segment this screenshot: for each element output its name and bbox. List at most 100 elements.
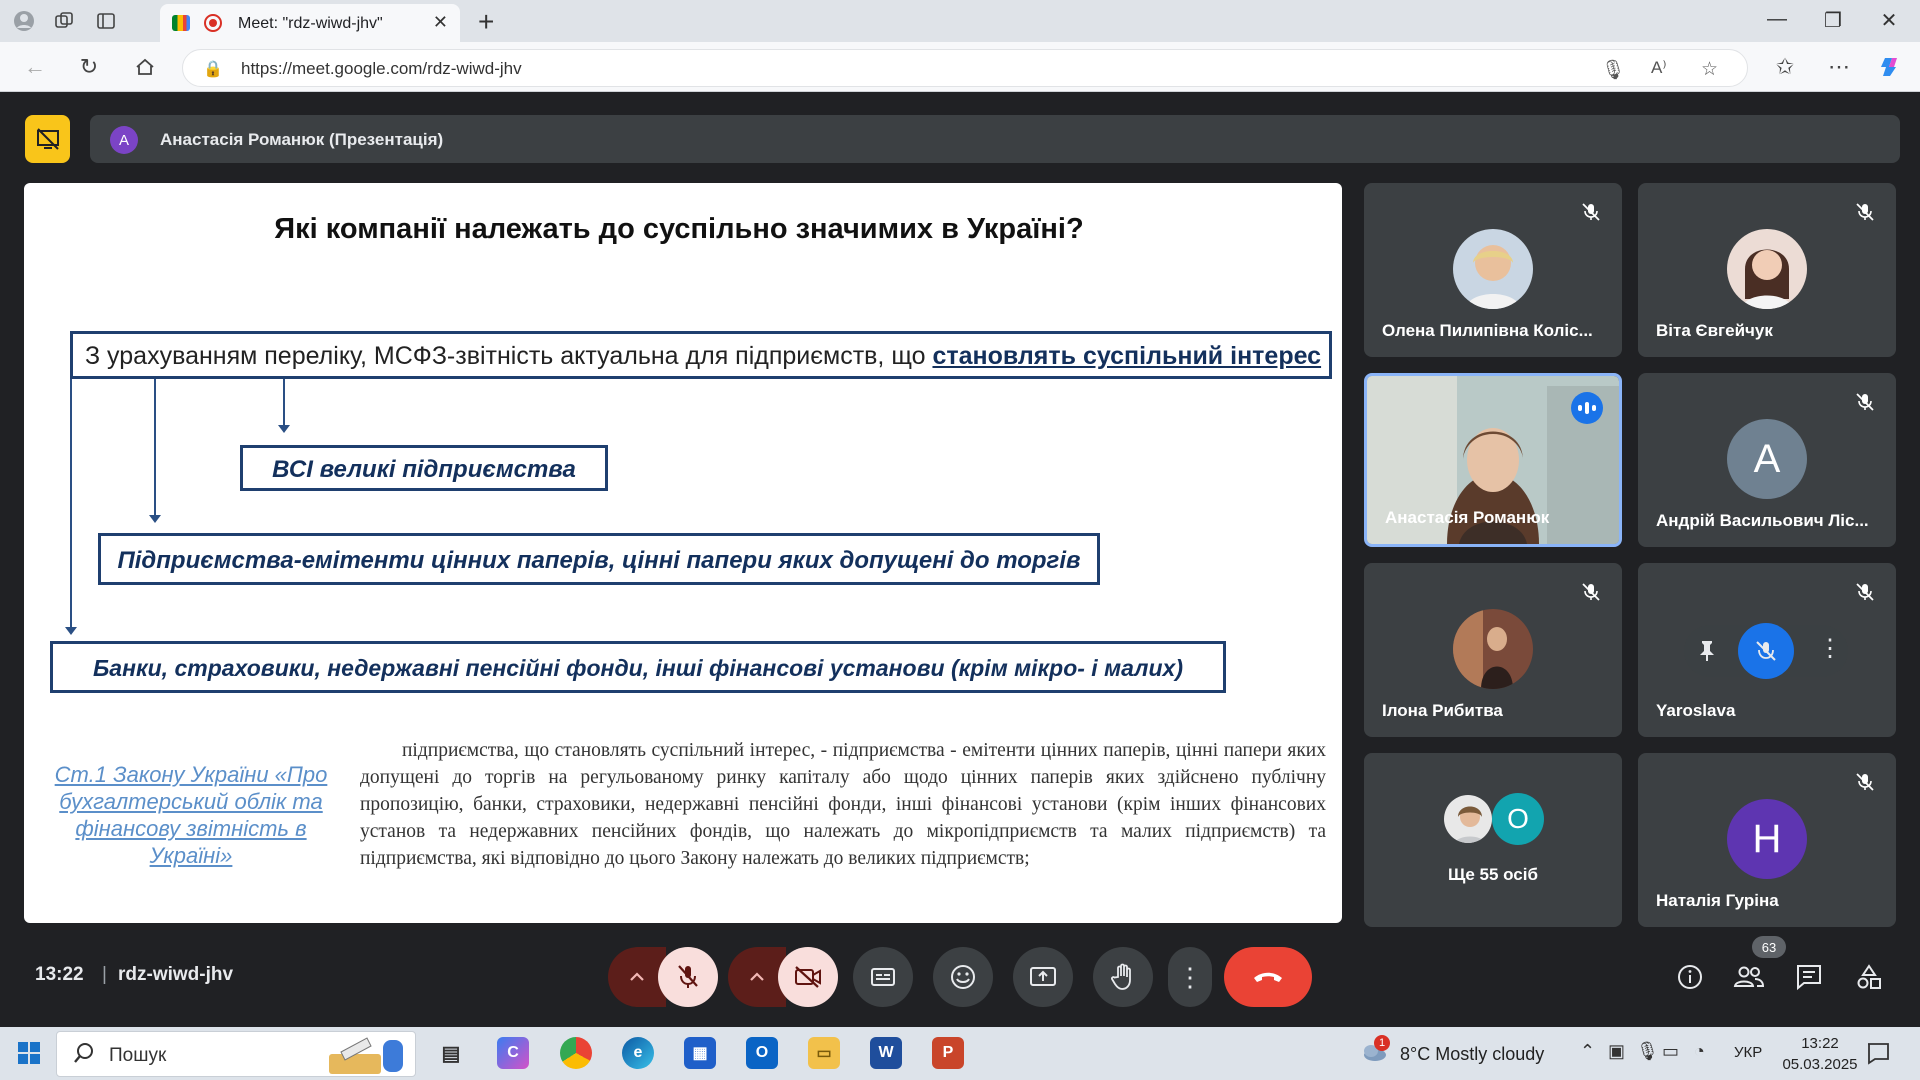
reactions-button[interactable] [933, 947, 993, 1007]
site-info-icon[interactable]: 🔒 [203, 59, 223, 79]
word-app-icon[interactable]: W [870, 1037, 902, 1069]
home-icon[interactable] [132, 54, 158, 80]
copilot-icon[interactable] [1878, 54, 1904, 80]
notifications-icon[interactable] [1866, 1041, 1890, 1070]
mic-off-icon [1854, 391, 1876, 413]
taskbar-clock[interactable]: 13:22 05.03.2025 [1775, 1033, 1865, 1075]
google-meet-favicon-icon [172, 15, 190, 31]
input-language[interactable]: УКР [1734, 1044, 1762, 1061]
more-menu-icon[interactable]: ⋯ [1826, 54, 1852, 80]
presenter-label: Анастасія Романюк (Презентація) [160, 130, 444, 149]
meeting-clock: 13:22 [35, 964, 84, 985]
show-hidden-icons-icon[interactable]: ⌃ [1580, 1041, 1595, 1062]
participant-name: Yaroslava [1656, 701, 1736, 720]
tile-hover-controls: ⋮ [1684, 623, 1848, 679]
chat-icon[interactable] [1790, 958, 1828, 996]
speaking-indicator-icon [1571, 392, 1603, 424]
back-icon[interactable]: ← [22, 54, 48, 80]
presentation-banner: A Анастасія Романюк (Презентація) [90, 115, 1900, 163]
pin-icon[interactable] [1696, 639, 1718, 668]
windows-taskbar: Пошук ▤ C e ▦ O ▭ W P 1 8°C Mostly cloud… [0, 1027, 1920, 1080]
meeting-details-icon[interactable] [1671, 958, 1709, 996]
presenter-avatar: A [110, 126, 138, 154]
present-now-button[interactable] [1013, 947, 1073, 1007]
close-window-icon[interactable]: ✕ [1874, 8, 1904, 33]
windows-start-icon[interactable] [18, 1042, 40, 1069]
url-field[interactable]: 🔒 https://meet.google.com/rdz-wiwd-jhv 🎙… [182, 49, 1748, 87]
read-aloud-icon[interactable]: A⁾ [1651, 58, 1667, 78]
participant-avatar [1727, 229, 1807, 309]
law-reference-link[interactable]: Ст.1 Закону України «Про бухгалтерський … [46, 761, 336, 869]
minimize-icon[interactable]: — [1762, 8, 1792, 31]
recording-icon [204, 14, 222, 32]
closed-captions-icon [871, 968, 895, 986]
chevron-up-icon [630, 972, 644, 981]
meeting-code[interactable]: rdz-wiwd-jhv [118, 964, 233, 986]
meet-window: A Анастасія Романюк (Презентація) Які ко… [6, 93, 1914, 1027]
law-excerpt: підприємства, що становлять суспільний і… [360, 740, 1326, 869]
camera-in-use-icon[interactable]: ▣ [1608, 1041, 1625, 1062]
activities-icon[interactable] [1850, 958, 1888, 996]
participant-tile[interactable]: Н Наталія Гуріна [1638, 753, 1896, 927]
participant-count-badge: 63 [1752, 936, 1786, 958]
more-options-icon[interactable]: ⋮ [1818, 637, 1842, 661]
captions-button[interactable] [853, 947, 913, 1007]
outlook-app-icon[interactable]: O [746, 1037, 778, 1069]
workspaces-icon[interactable] [52, 9, 76, 33]
participant-avatar [1453, 609, 1533, 689]
leave-call-button[interactable] [1224, 947, 1312, 1007]
present-screen-icon [1030, 967, 1056, 986]
others-count-label: Ще 55 осіб [1448, 865, 1538, 884]
camera-toggle-button[interactable] [778, 947, 838, 1007]
participant-avatar: О [1492, 793, 1544, 845]
powerpoint-app-icon[interactable]: P [932, 1037, 964, 1069]
mic-off-icon [1854, 201, 1876, 223]
weather-text[interactable]: 8°C Mostly cloudy [1400, 1044, 1544, 1065]
copilot-app-icon[interactable]: C [497, 1037, 529, 1069]
microphone-permission-icon[interactable]: 🎙 [1601, 58, 1625, 82]
participant-tile-active[interactable]: Анастасія Романюк [1364, 373, 1622, 547]
microphone-toggle-button[interactable] [658, 947, 718, 1007]
battery-icon[interactable]: ▭ [1662, 1041, 1679, 1062]
file-explorer-icon[interactable]: ▭ [808, 1037, 840, 1069]
edge-app-icon[interactable]: e [622, 1037, 654, 1069]
favorite-star-icon[interactable]: ☆ [1701, 58, 1718, 81]
participant-tile[interactable]: Ілона Рибитва [1364, 563, 1622, 737]
maximize-icon[interactable]: ❐ [1818, 8, 1848, 33]
participant-tile[interactable]: Олена Пилипівна Коліс... [1364, 183, 1622, 357]
people-icon[interactable] [1730, 958, 1768, 996]
new-tab-icon[interactable]: + [478, 6, 494, 38]
participant-tile[interactable]: ⋮ Yaroslava [1638, 563, 1896, 737]
more-vert-icon: ⋮ [1177, 962, 1203, 992]
arrow-to-banks [65, 379, 77, 635]
stop-presenting-button[interactable] [25, 115, 70, 163]
profile-icon[interactable] [12, 9, 36, 33]
shared-slide: Які компанії належать до суспільно значи… [24, 183, 1342, 923]
task-view-icon[interactable]: ▤ [435, 1037, 467, 1069]
more-options-button[interactable]: ⋮ [1168, 947, 1212, 1007]
clock-date: 05.03.2025 [1782, 1056, 1858, 1073]
close-tab-icon[interactable]: ✕ [433, 12, 448, 33]
wifi-icon[interactable]: ◔ [1694, 1041, 1705, 1062]
mic-off-icon [1854, 581, 1876, 603]
taskbar-search-box[interactable]: Пошук [56, 1031, 416, 1077]
participant-avatar [1442, 793, 1494, 845]
participant-avatar: А [1727, 419, 1807, 499]
intro-emphasis: становлять суспільний інтерес [932, 342, 1322, 370]
tab-meet[interactable]: Meet: "rdz-wiwd-jhv" ✕ [160, 4, 460, 42]
screen-share-off-icon [36, 128, 59, 150]
store-app-icon[interactable]: ▦ [684, 1037, 716, 1069]
participant-tile[interactable]: А Андрій Васильович Ліс... [1638, 373, 1896, 547]
raise-hand-button[interactable] [1093, 947, 1153, 1007]
participant-name: Олена Пилипівна Коліс... [1382, 321, 1593, 340]
emoji-icon [951, 965, 975, 989]
hang-up-icon [1254, 972, 1282, 982]
reload-icon[interactable]: ↻ [76, 54, 102, 80]
participant-tile[interactable]: Віта Євгейчук [1638, 183, 1896, 357]
others-tile[interactable]: О Ще 55 осіб [1364, 753, 1622, 927]
tab-actions-icon[interactable] [94, 9, 118, 33]
chrome-app-icon[interactable] [560, 1037, 592, 1069]
favorites-icon[interactable]: ✩ [1772, 54, 1798, 80]
mute-for-everyone-icon[interactable] [1738, 623, 1794, 679]
microphone-in-use-icon[interactable]: 🎙 [1636, 1041, 1659, 1062]
